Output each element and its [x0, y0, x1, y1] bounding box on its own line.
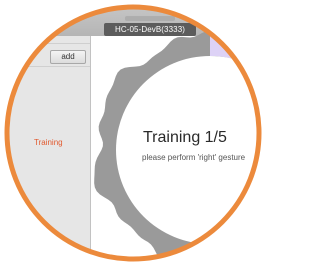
- training-instruction: please perform 'right' gesture: [142, 153, 246, 162]
- training-status-title: Training 1/5: [143, 129, 227, 146]
- app-window: HC-05-DevB(3333) add Training Training 1…: [7, 7, 259, 259]
- magnifier-lens: HC-05-DevB(3333) add Training Training 1…: [7, 7, 259, 259]
- magnified-screenshot: HC-05-DevB(3333) add Training Training 1…: [0, 0, 266, 266]
